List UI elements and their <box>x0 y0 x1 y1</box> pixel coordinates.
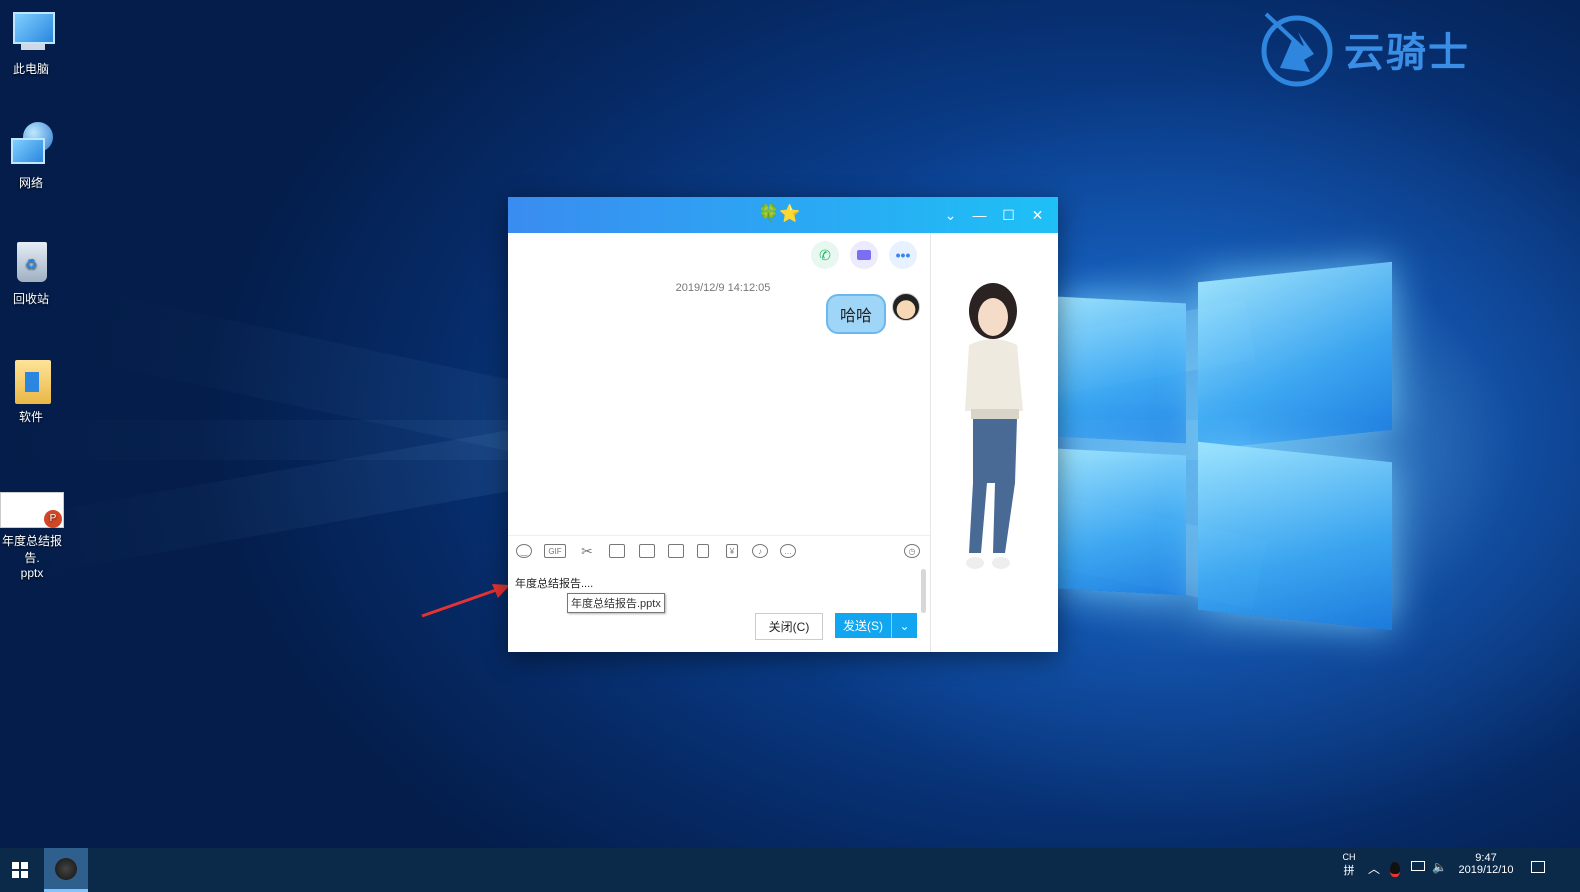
folder-icon <box>7 356 55 404</box>
recycle-bin-icon: ♻ <box>7 238 55 286</box>
send-button-label: 发送(S) <box>843 619 883 633</box>
desktop-icon-this-pc[interactable]: 此电脑 <box>0 8 66 77</box>
desktop-icon-pptx-file[interactable]: P 年度总结报告. pptx <box>0 492 68 580</box>
watermark-text: 云骑士 <box>1344 30 1470 76</box>
windows-logo-pane-bl <box>1058 448 1186 596</box>
maximize-button[interactable]: ☐ <box>994 197 1023 233</box>
video-call-button[interactable] <box>850 241 878 269</box>
ime-indicator[interactable]: CH 拼 <box>1340 852 1358 878</box>
chevron-down-icon[interactable]: ⌄ <box>936 197 965 233</box>
ime-lang: CH <box>1342 852 1356 862</box>
title-clover-star-icon: 🍀⭐ <box>758 204 801 223</box>
clock-date: 2019/12/10 <box>1458 864 1514 876</box>
ime-mode: 拼 <box>1343 865 1355 877</box>
chat-titlebar[interactable]: 🍀⭐ ⌄ — ☐ ✕ <box>508 197 1058 233</box>
windows-logo-pane-tr <box>1198 261 1392 451</box>
more-icon[interactable]: … <box>780 544 796 558</box>
start-button[interactable] <box>0 848 40 892</box>
voice-call-button[interactable]: ✆ <box>811 241 839 269</box>
chat-window: 🍀⭐ ⌄ — ☐ ✕ ✆ ••• 2019/12/9 14:12:05 哈哈 ‿… <box>508 197 1058 652</box>
input-scrollbar[interactable] <box>921 569 926 613</box>
minimize-button[interactable]: — <box>965 197 994 233</box>
close-button[interactable]: 关闭(C) <box>755 613 823 640</box>
desktop-icon-label: 软件 <box>18 410 43 424</box>
knight-logo-icon <box>1261 12 1333 87</box>
network-icon <box>7 122 55 170</box>
emoji-icon[interactable]: ‿ <box>516 544 532 558</box>
red-annotation-arrow <box>421 584 510 618</box>
message-timestamp: 2019/12/9 14:12:05 <box>675 282 771 294</box>
gif-icon[interactable]: GIF <box>544 544 566 558</box>
volume-icon[interactable]: 🔈 <box>1432 860 1447 874</box>
image-icon[interactable] <box>668 544 684 558</box>
desktop-icon-software-folder[interactable]: 软件 <box>0 356 66 425</box>
input-toolbar: ‿ GIF ✂ ¥ ♪ … ◷ <box>508 535 930 564</box>
red-packet-icon[interactable]: ¥ <box>726 544 738 558</box>
windows-logo-pane-br <box>1198 441 1392 631</box>
desktop-icon-recycle-bin[interactable]: ♻ 回收站 <box>0 238 66 307</box>
close-window-button[interactable]: ✕ <box>1023 197 1052 233</box>
desktop-icon-label: 回收站 <box>12 292 49 306</box>
send-options-chevron-icon[interactable]: ⌄ <box>891 613 917 638</box>
notification-center-icon[interactable] <box>1531 861 1545 873</box>
message-area: ✆ ••• 2019/12/9 14:12:05 哈哈 <box>508 233 930 533</box>
computer-icon <box>7 8 55 56</box>
clock[interactable]: 9:47 2019/12/10 <box>1450 852 1522 876</box>
folder-icon[interactable] <box>609 544 625 558</box>
desktop-icon-network[interactable]: 网络 <box>0 122 66 191</box>
video-camera-icon <box>857 250 871 260</box>
desktop-icon-label: 此电脑 <box>12 62 49 76</box>
clock-time: 9:47 <box>1475 852 1497 864</box>
taskbar-app-chat[interactable] <box>44 848 88 892</box>
watermark: 云骑士 <box>1258 10 1470 88</box>
network-tray-icon[interactable] <box>1411 861 1425 871</box>
chevron-up-icon[interactable]: ︿ <box>1368 860 1380 877</box>
send-button[interactable]: 发送(S) ⌄ <box>835 613 917 638</box>
windows-start-icon <box>12 862 28 878</box>
chat-bubble: 哈哈 <box>826 294 886 334</box>
qq-tray-icon[interactable] <box>1390 862 1400 877</box>
file-tooltip: 年度总结报告.pptx <box>567 593 665 613</box>
phone-icon: ✆ <box>819 246 831 263</box>
app-avatar-icon <box>55 857 77 880</box>
avatar-character-icon <box>965 283 1023 569</box>
music-icon[interactable]: ♪ <box>752 544 768 558</box>
taskbar: CH 拼 ︿ 🔈 9:47 2019/12/10 <box>0 848 1580 892</box>
message-input[interactable]: 年度总结报告.... <box>515 575 593 591</box>
desktop-icon-label: 网络 <box>18 176 43 190</box>
side-panel <box>930 233 1059 652</box>
sticker-icon[interactable] <box>639 544 655 558</box>
more-options-button[interactable]: ••• <box>889 241 917 269</box>
shake-icon[interactable] <box>697 544 709 558</box>
screenshot-icon[interactable]: ✂ <box>579 544 595 558</box>
avatar[interactable] <box>892 293 920 321</box>
pptx-file-icon: P <box>0 492 64 528</box>
windows-logo-pane-tl <box>1058 296 1186 444</box>
history-clock-icon[interactable]: ◷ <box>904 544 920 558</box>
more-dots-icon: ••• <box>895 247 911 263</box>
desktop-icon-label: 年度总结报告. pptx <box>1 534 62 580</box>
